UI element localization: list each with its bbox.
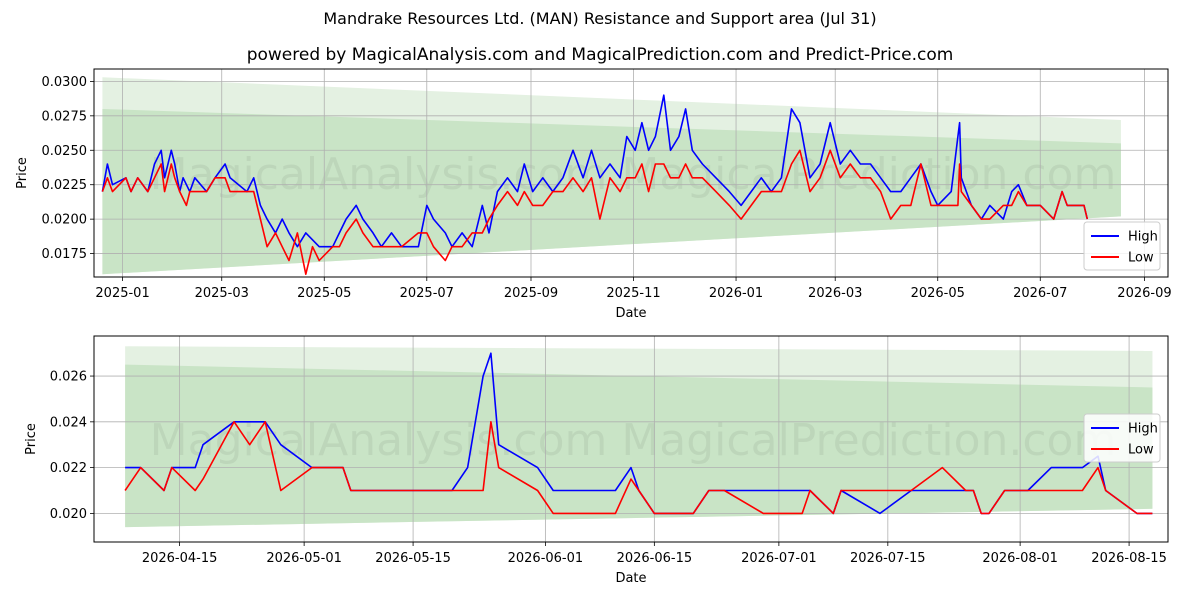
x-tick-label: 2026-07-01 (741, 551, 817, 566)
chart-panel-2: MagicalAnalysis.com MagicalPrediction.co… (24, 335, 1169, 586)
watermark: MagicalAnalysis.com MagicalPrediction.co… (150, 149, 1117, 200)
watermark: MagicalAnalysis.com MagicalPrediction.co… (150, 415, 1117, 466)
x-tick-label: 2025-03 (195, 286, 249, 301)
legend-label-low: Low (1128, 443, 1154, 458)
x-tick-label: 2026-09 (1117, 286, 1171, 301)
legend: High Low (1083, 221, 1161, 271)
x-tick-label: 2025-07 (400, 286, 454, 301)
y-axis-label: Price (15, 157, 30, 189)
legend-label-low: Low (1128, 251, 1154, 266)
x-tick-label: 2026-07 (1013, 286, 1067, 301)
x-tick-label: 2026-08-01 (982, 551, 1058, 566)
x-axis-label: Date (615, 306, 646, 321)
y-tick-label: 0.0250 (42, 144, 88, 159)
legend: High Low (1083, 413, 1161, 463)
x-tick-label: 2026-06-01 (508, 551, 584, 566)
legend-label-high: High (1128, 422, 1158, 437)
x-tick-label: 2025-05 (297, 286, 351, 301)
y-tick-label: 0.024 (50, 415, 87, 430)
x-tick-label: 2026-07-15 (850, 551, 926, 566)
x-tick-label: 2026-03 (808, 286, 862, 301)
charts-canvas: MagicalAnalysis.com MagicalPrediction.co… (15, 68, 1172, 586)
x-tick-label: 2026-04-15 (142, 551, 218, 566)
y-tick-label: 0.026 (50, 370, 87, 385)
x-axis-label: Date (615, 571, 646, 586)
y-tick-label: 0.0300 (42, 75, 88, 90)
x-tick-label: 2025-01 (95, 286, 149, 301)
y-axis-label: Price (24, 423, 39, 455)
x-tick-label: 2026-05 (911, 286, 965, 301)
y-tick-label: 0.0225 (42, 178, 88, 193)
chart-panel-1: MagicalAnalysis.com MagicalPrediction.co… (15, 68, 1172, 321)
legend-label-high: High (1128, 230, 1158, 245)
x-tick-label: 2026-05-01 (266, 551, 342, 566)
x-tick-label: 2026-08-15 (1091, 551, 1167, 566)
x-tick-label: 2026-06-15 (617, 551, 693, 566)
y-tick-label: 0.0200 (42, 213, 88, 228)
x-tick-label: 2026-05-15 (375, 551, 451, 566)
y-tick-label: 0.022 (50, 461, 87, 476)
y-tick-label: 0.0275 (42, 109, 88, 124)
x-tick-label: 2025-11 (606, 286, 660, 301)
y-tick-label: 0.020 (50, 507, 87, 522)
x-tick-label: 2026-01 (709, 286, 763, 301)
y-tick-label: 0.0175 (42, 247, 88, 262)
x-tick-label: 2025-09 (504, 286, 558, 301)
